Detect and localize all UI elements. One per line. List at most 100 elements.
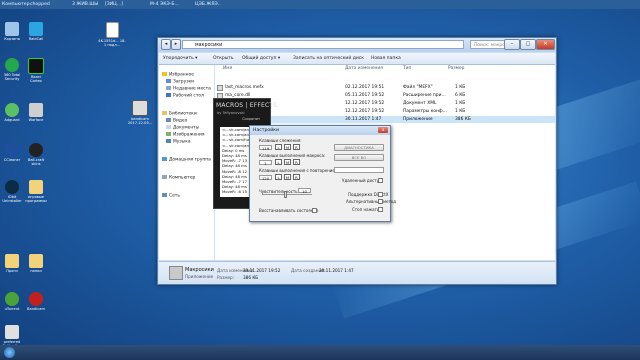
nav-item-computer[interactable]: Компьютер bbox=[162, 175, 195, 181]
restore-state-label: Восстанавливать состояние bbox=[259, 208, 319, 213]
nav-label: Документы bbox=[173, 125, 200, 131]
explorer-title-bar[interactable]: ◂ ▸ макросики Поиск: макросики – □ ✕ bbox=[158, 38, 556, 52]
address-bar[interactable]: макросики bbox=[182, 40, 464, 49]
start-button[interactable] bbox=[4, 347, 15, 358]
desktop-icon-progs[interactable]: Проги bbox=[1, 254, 23, 273]
column-header-type[interactable]: Тип bbox=[403, 66, 411, 71]
nav-item-documents[interactable]: Документы bbox=[166, 125, 199, 131]
hotkey-repeat-key-r[interactable]: R bbox=[293, 174, 300, 180]
desktop-icon-utorrent[interactable]: uTorrent bbox=[1, 292, 23, 311]
hotkey-track-key-m[interactable]: M bbox=[284, 144, 291, 150]
settings-dialog[interactable]: Настройки x Клавиши слежения: 119 L M R … bbox=[249, 125, 396, 222]
desktop-icon-document[interactable]: 4K-1551d... 18-1 подл... bbox=[98, 22, 126, 47]
hotkey-repeat-key-l[interactable]: L bbox=[275, 174, 282, 180]
minimize-button[interactable]: – bbox=[504, 39, 520, 50]
maximize-button[interactable]: □ bbox=[520, 39, 536, 50]
details-size-label: Размер: bbox=[217, 275, 235, 280]
hotkey-run-field[interactable]: 1 bbox=[259, 160, 272, 166]
nav-item-libraries[interactable]: Библиотеки bbox=[162, 111, 197, 117]
column-header-name[interactable]: Имя bbox=[223, 66, 232, 71]
close-button[interactable]: ✕ bbox=[536, 39, 555, 50]
nav-item-music[interactable]: Музыка bbox=[166, 139, 191, 145]
macros-side-label: Сохранит bbox=[242, 117, 261, 121]
top-strip-item[interactable]: Компьютер bbox=[2, 2, 30, 7]
nav-item-downloads[interactable]: Загрузки bbox=[166, 79, 194, 85]
settings-close-button[interactable]: x bbox=[378, 127, 388, 133]
nav-item-desktop[interactable]: Рабочий стол bbox=[166, 93, 204, 99]
table-row[interactable]: last_macros.mefx 02.12.2017 19:51 Файл "… bbox=[215, 84, 555, 91]
hotkey-run-key-r[interactable]: R bbox=[293, 159, 300, 165]
desktop-icon-360[interactable]: 360 Total Security bbox=[1, 58, 23, 81]
reset-button[interactable]: ВСЕ ВО bbox=[334, 154, 384, 161]
navigation-pane: Избранное Загрузки Недавние места Рабочи… bbox=[159, 65, 215, 260]
nav-item-images[interactable]: Изображения bbox=[166, 132, 205, 138]
burn-button[interactable]: Записать на оптический диск bbox=[293, 56, 364, 61]
nav-item-video[interactable]: Видео bbox=[166, 118, 187, 124]
desktop-icon-bandicam-video[interactable]: bandicam 2017-12-05... bbox=[126, 100, 154, 125]
razer-icon bbox=[28, 58, 44, 74]
desktop-icon-adguard[interactable]: Adguard bbox=[1, 103, 23, 122]
nav-label: Недавние места bbox=[173, 86, 211, 92]
top-strip-item[interactable]: chopped bbox=[30, 2, 50, 7]
star-icon bbox=[162, 72, 167, 76]
directx-checkbox[interactable] bbox=[378, 192, 383, 197]
hotkey-track-key-r[interactable]: R bbox=[293, 144, 300, 150]
nav-item-favorites[interactable]: Избранное bbox=[162, 72, 194, 78]
sensitivity-slider-track[interactable] bbox=[262, 194, 312, 195]
desktop-icon-recycle-bin[interactable]: Корзина bbox=[1, 22, 23, 41]
nav-item-recent[interactable]: Недавние места bbox=[166, 86, 211, 92]
sensitivity-slider-thumb[interactable] bbox=[284, 191, 287, 198]
desktop-icon-label: игровые программы bbox=[25, 195, 47, 204]
top-strip-item[interactable]: [ЗИЦ...] bbox=[105, 2, 123, 7]
diagnostics-button[interactable]: ДИАГНОСТИКА bbox=[334, 144, 384, 151]
hotkey-run-key-m[interactable]: M bbox=[284, 159, 291, 165]
file-type: Расширение при... bbox=[403, 92, 446, 98]
documents-icon bbox=[166, 125, 171, 129]
file-name: last_macros.mefx bbox=[225, 84, 264, 90]
new-folder-button[interactable]: Новая папка bbox=[371, 56, 401, 61]
desktop-icon-warface[interactable]: Warface bbox=[25, 103, 47, 122]
hotkey-run-key-l[interactable]: L bbox=[275, 159, 282, 165]
desktop-icon-folders[interactable]: папки bbox=[25, 254, 47, 273]
top-strip-item[interactable]: ЦЭБ.ЖЯЭ.. bbox=[195, 2, 221, 7]
restore-state-checkbox[interactable] bbox=[312, 208, 317, 213]
back-button[interactable]: ◂ bbox=[161, 39, 171, 50]
alt-method-label: Альтернативный метод bbox=[346, 199, 396, 204]
alt-method-checkbox[interactable] bbox=[378, 199, 383, 204]
settings-title-bar[interactable]: Настройки x bbox=[250, 126, 390, 135]
desktop-icon-bandicam[interactable]: Bandicam bbox=[25, 292, 47, 311]
status-field bbox=[334, 167, 384, 173]
remote-access-checkbox[interactable] bbox=[378, 178, 383, 183]
nav-item-network[interactable]: Сеть bbox=[162, 193, 180, 199]
desktop-icon-razer[interactable]: Razer Cortex bbox=[25, 58, 47, 83]
forward-button[interactable]: ▸ bbox=[171, 39, 181, 50]
document-icon bbox=[105, 22, 119, 38]
network-icon bbox=[162, 193, 167, 197]
hotkey-repeat-key-m[interactable]: M bbox=[284, 174, 291, 180]
column-header-size[interactable]: Размер bbox=[448, 66, 464, 71]
organize-button[interactable]: Упорядочить ▾ bbox=[163, 56, 197, 61]
desktop-icon-ccleaner[interactable]: CCleaner bbox=[1, 143, 23, 162]
nav-item-homegroup[interactable]: Домашняя группа bbox=[162, 157, 211, 163]
desktop-icon-ball[interactable]: Ball-craft skins bbox=[25, 143, 47, 166]
top-strip-item[interactable]: 3 ЖИВ.ШЫ bbox=[72, 2, 98, 7]
desktop-icon-label: bandicam 2017-12-05... bbox=[127, 117, 153, 126]
desktop-icon-label: uTorrent bbox=[4, 307, 20, 311]
column-header-date[interactable]: Дата изменения bbox=[345, 66, 383, 71]
desktop-icon-raidcall[interactable]: RaidCall bbox=[25, 22, 47, 41]
hotkey-repeat-label: Клавиши выполнения с повторением: bbox=[259, 168, 340, 173]
hotkey-track-key-l[interactable]: L bbox=[275, 144, 282, 150]
top-strip-item[interactable]: M-4 ЭКЭ-Б... bbox=[150, 2, 179, 7]
nav-label: Сеть bbox=[169, 193, 180, 199]
mouse-cursor-icon bbox=[205, 235, 209, 240]
open-button[interactable]: Открыть bbox=[213, 56, 234, 61]
share-button[interactable]: Общий доступ ▾ bbox=[242, 56, 280, 61]
stop-press-checkbox[interactable] bbox=[378, 207, 383, 212]
hotkey-track-field[interactable]: 119 bbox=[259, 145, 272, 151]
sensitivity-field[interactable]: 10 bbox=[298, 188, 311, 194]
desktop-icon-label: IObit Uninstaller bbox=[2, 195, 22, 204]
desktop-icon-games-folder[interactable]: игровые программы bbox=[25, 180, 47, 203]
library-icon bbox=[162, 111, 167, 115]
desktop-icon-iobit[interactable]: IObit Uninstaller bbox=[1, 180, 23, 203]
hotkey-repeat-field[interactable]: 120 bbox=[259, 175, 272, 181]
